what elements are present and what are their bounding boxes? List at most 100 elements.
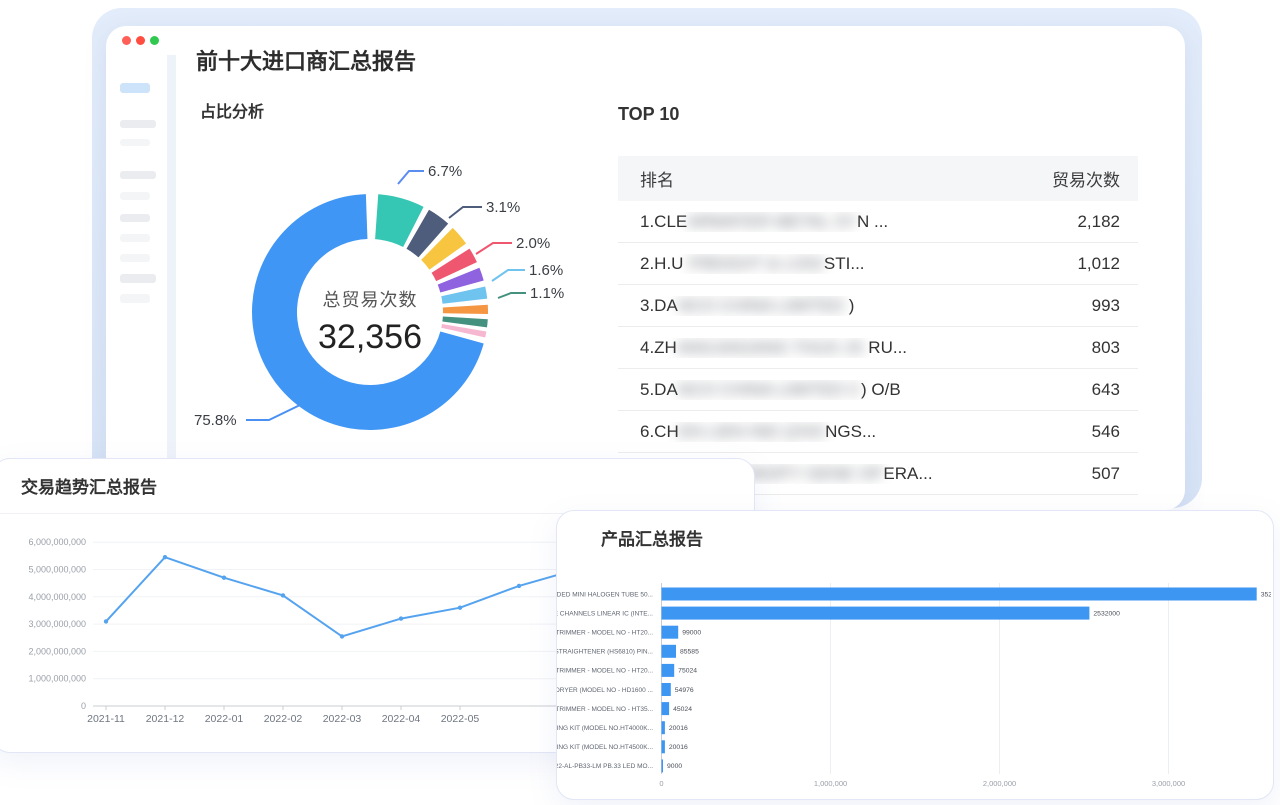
bar-value-label: 45024	[673, 706, 692, 713]
bar[interactable]	[662, 702, 670, 715]
page-title: 前十大进口商汇总报告	[196, 44, 416, 76]
bar[interactable]	[662, 626, 679, 639]
bar-category-label: HRE-22-AL-PB33-LM PB.33 LED MO...	[557, 763, 653, 770]
bar[interactable]	[662, 664, 675, 677]
bar-category-label: THREE CHANNELS LINEAR IC (INTE...	[557, 610, 653, 617]
y-axis-tick-label: 0	[81, 701, 86, 711]
data-point[interactable]	[163, 555, 167, 559]
data-point[interactable]	[222, 576, 226, 580]
close-window-button[interactable]	[122, 36, 131, 45]
x-axis-tick-label: 2,000,000	[983, 779, 1016, 788]
maximize-window-button[interactable]	[150, 36, 159, 45]
minimize-window-button[interactable]	[136, 36, 145, 45]
x-axis-tick-label: 3,000,000	[1152, 779, 1185, 788]
bar-value-label: 85585	[680, 649, 699, 656]
bar[interactable]	[662, 740, 665, 753]
trade-count: 1,012	[1077, 254, 1120, 274]
x-axis-tick-label: 2022-03	[323, 713, 362, 725]
bar-value-label: 99000	[682, 630, 701, 637]
sidebar-item[interactable]	[120, 254, 150, 262]
trade-count: 643	[1092, 380, 1120, 400]
y-axis-tick-label: 1,000,000,000	[28, 674, 86, 684]
trade-count: 2,182	[1077, 212, 1120, 232]
sidebar-item[interactable]	[120, 214, 150, 222]
y-axis-tick-label: 5,000,000,000	[28, 565, 86, 575]
importer-name: 6.CHEN LIEN IND (ZHONGS...	[640, 422, 876, 442]
donut-percent-label: 6.7%	[428, 163, 462, 180]
donut-segment	[421, 228, 466, 270]
donut-segment	[443, 305, 488, 314]
donut-segment	[438, 268, 484, 293]
main-window: 前十大进口商汇总报告 占比分析 6.7%3.1%2.0%1.6%1.1%75.8…	[106, 26, 1185, 510]
bar-category-label: UNBRANDED MINI HALOGEN TUBE 50...	[557, 591, 653, 598]
x-axis-tick-label: 2022-02	[264, 713, 303, 725]
table-row[interactable]: 5.DANCO CHINA LIMITED C) O/B643	[618, 369, 1138, 411]
donut-segment	[252, 194, 484, 430]
donut-center-value: 32,356	[260, 318, 480, 357]
bar[interactable]	[662, 683, 671, 696]
donut-center-text: 总贸易次数 32,356	[260, 286, 480, 357]
donut-leader-line	[498, 293, 526, 298]
table-row[interactable]: 1.CLEARWATER METAL SYN ... 2,182	[618, 201, 1138, 243]
bar-category-label: HAIR DRYER (MODEL NO - HD1600 ...	[557, 687, 653, 694]
trade-count: 546	[1092, 422, 1120, 442]
data-point[interactable]	[399, 616, 403, 620]
data-point[interactable]	[340, 634, 344, 638]
donut-segment	[441, 324, 486, 337]
bar-category-label: HAIR STRAIGHTENER (HS6810) PIN...	[557, 649, 653, 656]
x-axis-tick-label: 2021-11	[87, 713, 125, 725]
bar-value-label: 3522000	[1261, 591, 1271, 598]
importer-name: 1.CLEARWATER METAL SYN ...	[640, 212, 888, 232]
donut-leader-line	[246, 405, 300, 420]
data-point[interactable]	[104, 619, 108, 623]
product-report-card: 产品汇总报告 01,000,0002,000,0003,000,000UNBRA…	[556, 510, 1274, 800]
bar-value-label: 2532000	[1093, 610, 1120, 617]
sidebar-item[interactable]	[120, 139, 150, 146]
sidebar-item[interactable]	[120, 234, 150, 242]
donut-leader-line	[492, 270, 525, 281]
sidebar-item[interactable]	[120, 120, 156, 128]
bar[interactable]	[662, 588, 1257, 601]
x-axis-tick-label: 2022-01	[205, 713, 244, 725]
sidebar-item[interactable]	[120, 192, 150, 200]
sidebar-item[interactable]	[120, 294, 150, 303]
sidebar-item-active[interactable]	[120, 83, 150, 93]
table-row[interactable]: 3.DANCO CHINA LIMITED )993	[618, 285, 1138, 327]
donut-percent-label: 1.1%	[530, 285, 564, 302]
bar-category-label: GROOMING KIT (MODEL NO.HT4000K...	[557, 725, 653, 732]
table-row[interactable]: 4.ZHANGJIAGANG THUS JS RU...803	[618, 327, 1138, 369]
bar[interactable]	[662, 645, 677, 658]
bar[interactable]	[662, 759, 664, 772]
product-bar-chart: 01,000,0002,000,0003,000,000UNBRANDED MI…	[557, 511, 1271, 797]
y-axis-tick-label: 2,000,000,000	[28, 646, 86, 656]
bar[interactable]	[662, 721, 665, 734]
bar-value-label: 54976	[675, 687, 694, 694]
sidebar-item[interactable]	[120, 274, 156, 283]
bar-value-label: 9000	[667, 763, 682, 770]
sidebar-divider	[167, 55, 176, 510]
donut-center-label: 总贸易次数	[260, 286, 480, 312]
y-axis-tick-label: 6,000,000,000	[28, 537, 86, 547]
bar[interactable]	[662, 607, 1090, 620]
table-row[interactable]: 2.H.U FREIGHT & LOGISTI...1,012	[618, 243, 1138, 285]
data-point[interactable]	[458, 606, 462, 610]
top10-title: TOP 10	[618, 104, 679, 125]
donut-segment	[407, 210, 449, 258]
donut-percent-label: 75.8%	[194, 412, 237, 429]
data-point[interactable]	[281, 593, 285, 597]
bar-category-label: HAIR TRIMMER - MODEL NO - HT20...	[557, 668, 653, 675]
data-point[interactable]	[517, 584, 521, 588]
trend-report-title: 交易趋势汇总报告	[21, 473, 157, 498]
x-axis-tick-label: 2022-05	[441, 713, 480, 725]
donut-segment	[442, 316, 487, 327]
bar-category-label: GROOMING KIT (MODEL NO.HT4500K...	[557, 744, 653, 751]
table-row[interactable]: 6.CHEN LIEN IND (ZHONGS... 546	[618, 411, 1138, 453]
bar-category-label: HAIR TRIMMER - MODEL NO - HT35...	[557, 706, 653, 713]
importer-name: 4.ZHANGJIAGANG THUS JS RU...	[640, 338, 907, 358]
donut-leader-line	[449, 207, 482, 218]
x-axis-tick-label: 2022-04	[382, 713, 421, 725]
donut-leader-line	[398, 171, 424, 184]
trade-count: 993	[1092, 296, 1120, 316]
sidebar-item[interactable]	[120, 171, 156, 179]
donut-percent-label: 2.0%	[516, 235, 550, 252]
